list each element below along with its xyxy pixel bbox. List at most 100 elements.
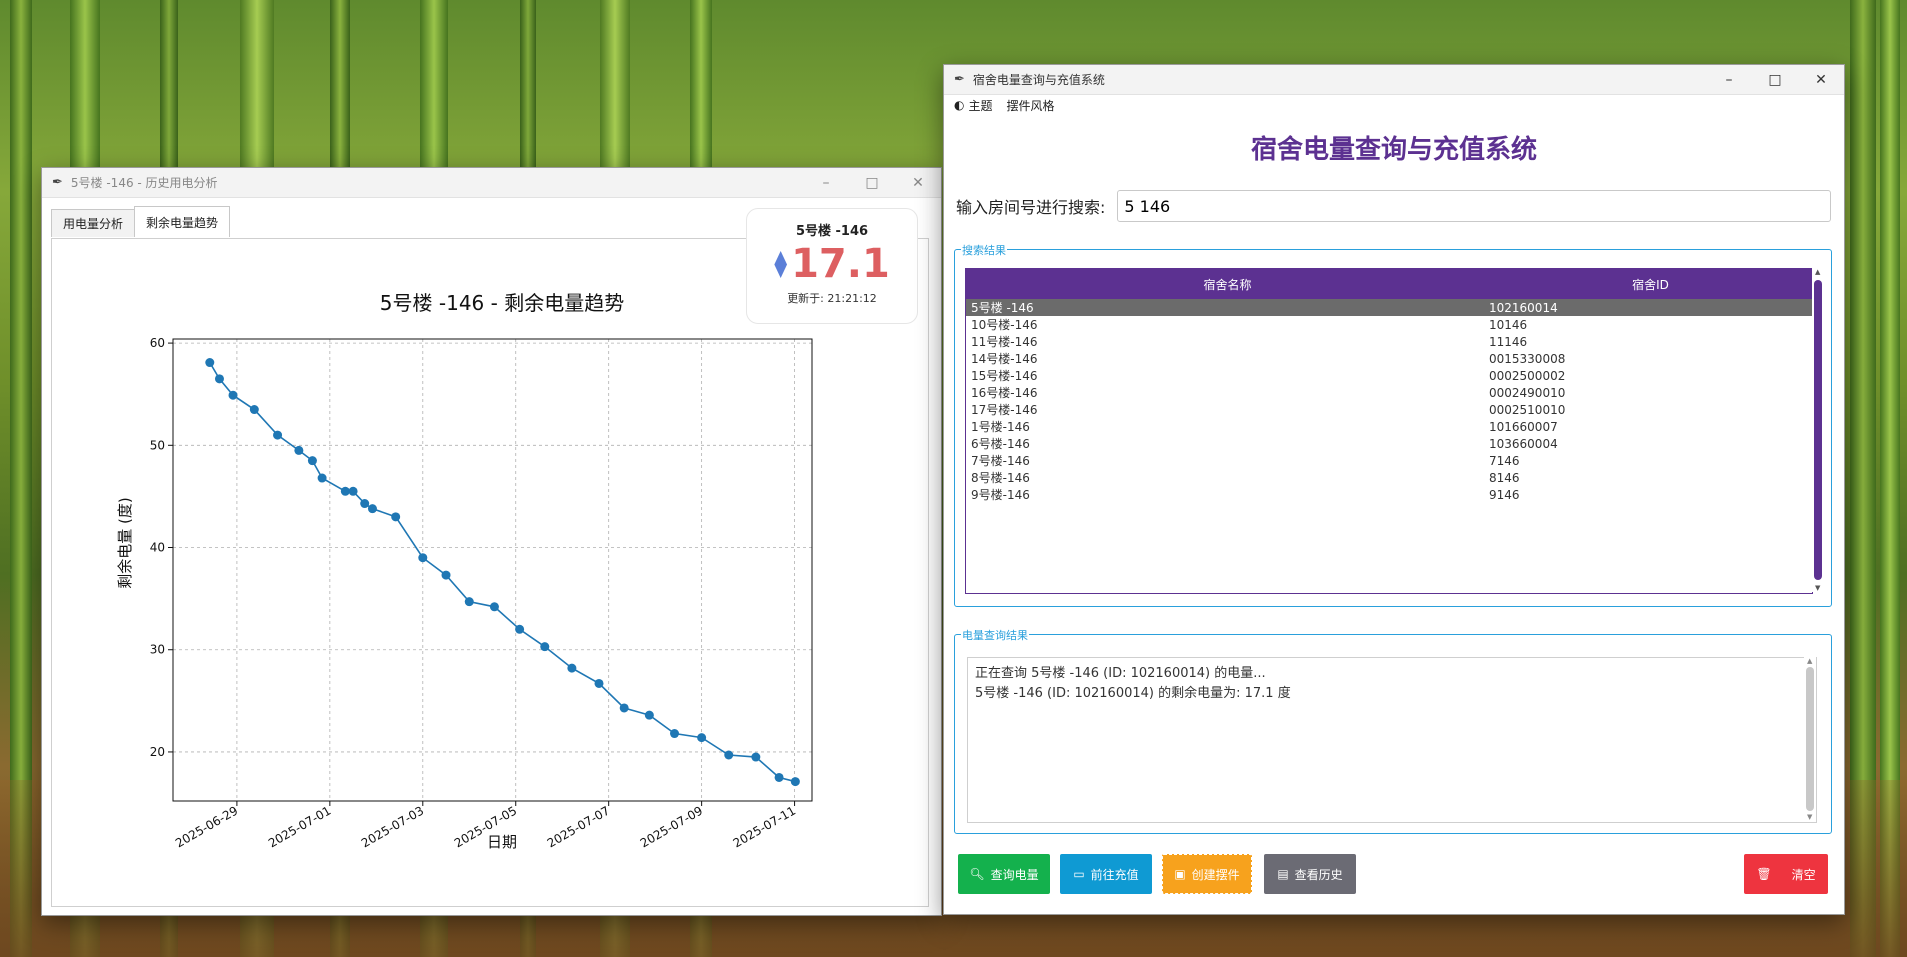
widget-room-name: 5号楼 -146 (795, 224, 869, 239)
clear-label: 清空 (1791, 867, 1816, 882)
cell-room-name: 16号楼-146 (971, 386, 1038, 400)
result-log[interactable]: 正在查询 5号楼 -146 (ID: 102160014) 的电量... 5号楼… (967, 657, 1817, 823)
main-window-title: 宿舍电量查询与充值系统 (972, 73, 1105, 87)
chart-axes (168, 338, 813, 806)
close-button[interactable]: ✕ (1798, 65, 1844, 94)
table-row[interactable]: 5号楼 -146 102160014 (966, 299, 1812, 316)
x-tick-label: 2025-07-11 (731, 803, 798, 850)
table-row[interactable]: 17号楼-146 0002510010 (966, 401, 1812, 418)
cell-room-name: 1号楼-146 (971, 420, 1030, 434)
clear-button[interactable]: 🗑︎ 清空 (1744, 854, 1828, 894)
query-power-button[interactable]: 🔍︎ 查询电量 (958, 854, 1050, 894)
data-point (790, 777, 800, 787)
series-line (209, 362, 796, 783)
results-scroll-thumb[interactable] (1814, 280, 1822, 580)
y-tick-label: 50 (150, 438, 165, 452)
create-widget-label: 创建摆件 (1191, 867, 1240, 882)
maximize-button[interactable]: □ (849, 168, 895, 197)
table-row[interactable]: 8号楼-146 8146 (966, 469, 1812, 486)
go-recharge-button[interactable]: ▭ 前往充值 (1060, 854, 1152, 894)
data-point (348, 486, 358, 496)
log-scrollbar[interactable]: ▲ ▼ (1804, 657, 1816, 821)
cell-room-name: 8号楼-146 (971, 471, 1030, 485)
y-axis-label: 剩余电量 (度) (116, 497, 134, 588)
scroll-up-icon[interactable]: ▲ (1815, 268, 1820, 276)
scroll-down-icon[interactable]: ▼ (1815, 584, 1820, 592)
log-scroll-thumb[interactable] (1806, 667, 1814, 811)
y-tick-label: 60 (150, 336, 165, 350)
cell-room-name: 6号楼-146 (971, 437, 1030, 451)
maximize-button[interactable]: □ (1752, 65, 1798, 94)
tab-remaining-trend[interactable]: 剩余电量趋势 (134, 206, 231, 237)
scroll-up-icon[interactable]: ▲ (1807, 657, 1812, 665)
data-point (360, 499, 370, 509)
data-point (515, 624, 525, 634)
data-point (294, 445, 304, 455)
results-scrollbar[interactable]: ▲ ▼ (1812, 268, 1824, 592)
table-row[interactable]: 6号楼-146 103660004 (966, 435, 1812, 452)
data-point (540, 642, 550, 652)
main-window: ✒ 宿舍电量查询与充值系统 – □ ✕ ◐ 主题 摆件风格 宿舍电量查询与充值系… (943, 64, 1845, 915)
cell-room-id: 7146 (1489, 453, 1520, 468)
log-line: 正在查询 5号楼 -146 (ID: 102160014) 的电量... (975, 666, 1266, 681)
data-point (670, 729, 680, 739)
data-point (751, 752, 761, 762)
plot-frame (172, 338, 813, 802)
main-titlebar[interactable]: ✒ 宿舍电量查询与充值系统 – □ ✕ (944, 65, 1844, 95)
x-tick-label: 2025-07-07 (545, 803, 612, 850)
data-point (418, 553, 428, 563)
data-point (774, 772, 784, 782)
menu-widget-style-label: 摆件风格 (1006, 98, 1055, 113)
minimize-button[interactable]: – (1706, 65, 1752, 94)
cell-room-id: 0002490010 (1489, 385, 1566, 400)
energy-widget[interactable]: 5号楼 -146 ⧫ 17.1 更新于: 21:21:12 (746, 208, 918, 324)
cell-room-name: 10号楼-146 (971, 318, 1038, 332)
query-result-label: 电量查询结果 (961, 627, 1029, 643)
trash-icon: 🗑︎ (1756, 867, 1772, 881)
data-point (205, 358, 215, 368)
data-point (567, 663, 577, 673)
data-point (724, 750, 734, 760)
create-widget-button[interactable]: ▣ 创建摆件 (1162, 854, 1252, 894)
cell-room-name: 15号楼-146 (971, 369, 1038, 383)
y-tick-label: 40 (150, 541, 165, 555)
data-point (464, 597, 474, 607)
table-row[interactable]: 10号楼-146 10146 (966, 316, 1812, 333)
cell-room-id: 0002500002 (1489, 368, 1566, 383)
minimize-button[interactable]: – (803, 168, 849, 197)
data-point (228, 390, 238, 400)
table-row[interactable]: 9号楼-146 9146 (966, 486, 1812, 503)
table-row[interactable]: 1号楼-146 101660007 (966, 418, 1812, 435)
menu-theme[interactable]: ◐ 主题 (954, 97, 993, 114)
view-history-button[interactable]: ▤ 查看历史 (1264, 854, 1356, 894)
close-button[interactable]: ✕ (895, 168, 941, 197)
search-results-label: 搜索结果 (961, 242, 1007, 258)
tab-usage-analysis[interactable]: 用电量分析 (51, 209, 136, 237)
table-row[interactable]: 14号楼-146 0015330008 (966, 350, 1812, 367)
y-tick-label: 30 (150, 643, 165, 657)
menu-widget-style[interactable]: 摆件风格 (1007, 97, 1055, 114)
table-row[interactable]: 16号楼-146 0002490010 (966, 384, 1812, 401)
data-point (391, 512, 401, 522)
table-row[interactable]: 15号楼-146 0002500002 (966, 367, 1812, 384)
column-header-id[interactable]: 宿舍ID (1489, 276, 1812, 293)
cell-room-id: 10146 (1489, 317, 1528, 332)
table-header: 宿舍名称 宿舍ID (966, 269, 1812, 299)
data-point (273, 430, 283, 440)
cell-room-id: 101660007 (1489, 419, 1558, 434)
scroll-down-icon[interactable]: ▼ (1807, 813, 1812, 821)
table-row[interactable]: 7号楼-146 7146 (966, 452, 1812, 469)
data-point (307, 456, 317, 466)
data-point (441, 570, 451, 580)
query-result-group: 电量查询结果 正在查询 5号楼 -146 (ID: 102160014) 的电量… (954, 627, 1832, 834)
trend-chart: 5号楼 -146 - 剩余电量趋势 日期 剩余电量 (度) 20 30 40 50 60… (116, 291, 813, 851)
chart-points (205, 358, 800, 787)
table-row[interactable]: 11号楼-146 11146 (966, 333, 1812, 350)
search-input[interactable] (1117, 190, 1832, 222)
cell-room-id: 9146 (1489, 487, 1520, 502)
history-titlebar[interactable]: ✒ 5号楼 -146 - 历史用电分析 – □ ✕ (42, 168, 941, 198)
column-header-name[interactable]: 宿舍名称 (966, 276, 1489, 293)
data-point (644, 710, 654, 720)
y-tick-label: 20 (150, 745, 165, 759)
data-point (214, 374, 224, 384)
